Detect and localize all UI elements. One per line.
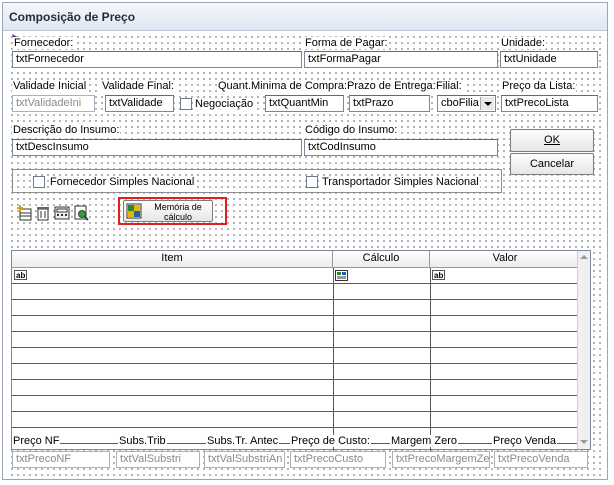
preco-custo-label: Preço de Custo:: [290, 435, 371, 447]
preview-icon[interactable]: [73, 205, 89, 221]
fornecedor-label: Fornecedor:: [13, 37, 75, 49]
transportador-simples-label: Transportador Simples Nacional: [321, 176, 480, 188]
memoria-calculo-icon: [126, 203, 142, 219]
textbox-icon: ab: [432, 270, 445, 280]
form-client-area: Fornecedor: txtFornecedor Forma de Pagar…: [8, 33, 602, 477]
preco-custo-field[interactable]: txtPrecoCusto: [290, 451, 386, 468]
prazo-entrega-field[interactable]: txtPrazo: [349, 95, 430, 112]
quant-minima-label: Quant.Minima de Compra:: [217, 80, 348, 92]
ok-button-label: OK: [544, 134, 560, 146]
descricao-insumo-field[interactable]: txtDescInsumo: [12, 139, 302, 156]
scroll-up-icon[interactable]: [580, 255, 588, 259]
margem-zero-field[interactable]: txtPrecoMargemZe: [392, 451, 490, 468]
prazo-entrega-label: Prazo de Entrega:: [346, 80, 437, 92]
subs-tr-antec-field[interactable]: txtValSubstriAn: [204, 451, 285, 468]
calc-cell-icon: [335, 270, 348, 281]
fornecedor-simples-label: Fornecedor Simples Nacional: [49, 176, 196, 188]
memoria-calculo-label-line2: cálculo: [163, 212, 192, 222]
preco-lista-label: Preço da Lista:: [501, 80, 577, 92]
ok-button[interactable]: OK: [510, 129, 594, 152]
unidade-label: Unidade:: [500, 37, 547, 49]
forma-pagar-field[interactable]: txtFormaPagar: [304, 51, 498, 68]
subs-trib-label: Subs.Trib: [118, 435, 167, 447]
column-header-valor[interactable]: Valor: [430, 251, 580, 267]
codigo-insumo-field[interactable]: txtCodInsumo: [304, 139, 498, 156]
memoria-calculo-label-line1: Memória de: [154, 202, 202, 212]
memoria-calculo-button[interactable]: Memória de cálculo: [123, 200, 213, 222]
preco-nf-label: Preço NF: [12, 435, 61, 447]
negociacao-label: Negociação: [194, 98, 255, 110]
column-header-item[interactable]: Item: [12, 251, 333, 267]
composicao-preco-window: Composição de Preço Fornecedor: txtForne…: [2, 2, 608, 480]
margem-zero-label: Margem Zero: [390, 435, 459, 447]
delete-icon[interactable]: [35, 205, 51, 221]
validade-inicial-label: Validade Inicial: [12, 80, 88, 92]
items-grid[interactable]: Item Cálculo Valor ab ab: [11, 250, 591, 467]
add-row-icon[interactable]: [16, 205, 32, 221]
subs-trib-field[interactable]: txtValSubstri: [116, 451, 200, 468]
preco-venda-field[interactable]: txtPrecoVenda: [494, 451, 588, 468]
negociacao-checkbox[interactable]: [180, 98, 192, 110]
dropdown-arrow-icon[interactable]: [480, 97, 494, 110]
descricao-insumo-label: Descrição do Insumo:: [12, 124, 121, 136]
validade-final-label: Validade Final:: [101, 80, 175, 92]
fornecedor-simples-checkbox[interactable]: [33, 176, 45, 188]
transportador-simples-checkbox[interactable]: [306, 176, 318, 188]
filial-label: Filial:: [435, 80, 463, 92]
forma-pagar-label: Forma de Pagar:: [304, 37, 389, 49]
filial-selected-value: cboFilia: [441, 97, 479, 109]
validade-final-field[interactable]: txtValidade: [105, 95, 174, 112]
codigo-insumo-label: Código do Insumo:: [304, 124, 399, 136]
preco-nf-field[interactable]: txtPrecoNF: [12, 451, 110, 468]
grid-vertical-scrollbar[interactable]: [577, 251, 590, 449]
quant-minima-field[interactable]: txtQuantMin: [265, 95, 344, 112]
cancelar-button-label: Cancelar: [529, 158, 575, 170]
validade-inicial-field[interactable]: txtValidadeIni: [12, 95, 95, 112]
scroll-down-icon[interactable]: [580, 440, 588, 444]
column-header-calculo[interactable]: Cálculo: [333, 251, 430, 267]
textbox-icon: ab: [14, 270, 27, 280]
window-title: Composição de Preço: [9, 10, 136, 24]
grid-body[interactable]: [12, 268, 580, 467]
cancelar-button[interactable]: Cancelar: [510, 153, 594, 175]
unidade-field[interactable]: txtUnidade: [500, 51, 598, 68]
fornecedor-field[interactable]: txtFornecedor: [12, 51, 302, 68]
grid-header: Item Cálculo Valor: [12, 251, 580, 268]
subs-tr-antec-label: Subs.Tr. Antec: [206, 435, 280, 447]
preco-venda-label: Preço Venda: [492, 435, 557, 447]
filial-select[interactable]: cboFilia: [437, 95, 496, 112]
preco-lista-field[interactable]: txtPrecoLista: [501, 95, 598, 112]
title-bar: Composição de Preço: [3, 3, 607, 31]
calculator-icon[interactable]: [54, 205, 70, 221]
